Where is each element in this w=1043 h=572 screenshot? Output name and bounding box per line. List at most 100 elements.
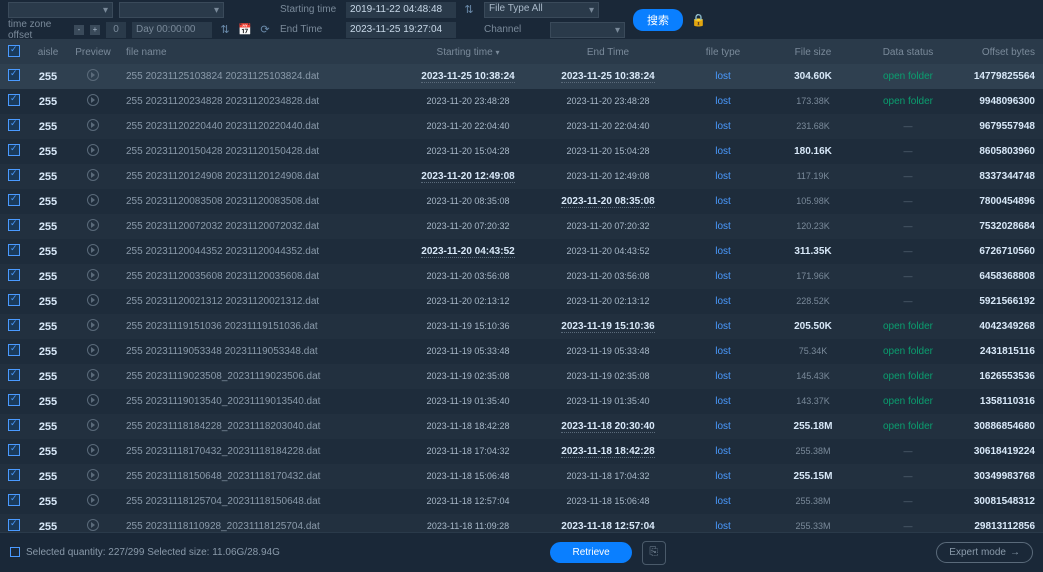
play-icon[interactable]: [87, 269, 99, 281]
table-row[interactable]: 255255 20231120234828 20231120234828.dat…: [0, 89, 1043, 114]
table-row[interactable]: 255255 20231120035608 20231120035608.dat…: [0, 264, 1043, 289]
play-icon[interactable]: [87, 344, 99, 356]
row-checkbox[interactable]: [8, 69, 20, 81]
row-checkbox[interactable]: [8, 94, 20, 106]
row-checkbox[interactable]: [8, 119, 20, 131]
play-icon[interactable]: [87, 419, 99, 431]
start-time-value: 2023-11-18 18:42:28: [427, 421, 510, 431]
table-row[interactable]: 255255 20231119053348 20231119053348.dat…: [0, 339, 1043, 364]
row-checkbox[interactable]: [8, 469, 20, 481]
open-folder-link[interactable]: open folder: [883, 71, 933, 82]
table-row[interactable]: 255255 20231125103824 20231125103824.dat…: [0, 64, 1043, 89]
channel-select-3[interactable]: ▾: [550, 22, 625, 38]
play-icon[interactable]: [87, 69, 99, 81]
play-icon[interactable]: [87, 244, 99, 256]
table-row[interactable]: 255255 20231118184228_20231118203040.dat…: [0, 414, 1043, 439]
play-icon[interactable]: [87, 369, 99, 381]
play-icon[interactable]: [87, 169, 99, 181]
header-start-time[interactable]: Starting time ▾: [398, 47, 538, 58]
row-checkbox[interactable]: [8, 269, 20, 281]
open-folder-link[interactable]: open folder: [883, 396, 933, 407]
channel-select-1[interactable]: ▾: [8, 2, 113, 18]
calendar-icon[interactable]: 📅: [238, 23, 252, 37]
file-size-value: 255.38M: [795, 446, 830, 456]
table-row[interactable]: 255255 20231120021312 20231120021312.dat…: [0, 289, 1043, 314]
table-row[interactable]: 255255 20231118150648_20231118170432.dat…: [0, 464, 1043, 489]
row-checkbox[interactable]: [8, 194, 20, 206]
open-folder-link[interactable]: open folder: [883, 421, 933, 432]
select-all-checkbox[interactable]: [8, 45, 20, 57]
play-icon[interactable]: [87, 219, 99, 231]
spin-minus[interactable]: -: [74, 25, 84, 35]
end-time-input[interactable]: [346, 22, 456, 38]
play-icon[interactable]: [87, 94, 99, 106]
spinner-icon[interactable]: ⇅: [218, 23, 232, 37]
table-row[interactable]: 255255 20231119013540_20231119013540.dat…: [0, 389, 1043, 414]
channel-select-2[interactable]: ▾: [119, 2, 224, 18]
play-icon[interactable]: [87, 319, 99, 331]
table-row[interactable]: 255255 20231118125704_20231118150648.dat…: [0, 489, 1043, 514]
row-checkbox[interactable]: [8, 169, 20, 181]
row-checkbox[interactable]: [8, 419, 20, 431]
play-icon[interactable]: [87, 294, 99, 306]
search-button[interactable]: 搜索: [633, 9, 683, 31]
row-checkbox[interactable]: [8, 369, 20, 381]
play-icon[interactable]: [87, 519, 99, 531]
retrieve-button[interactable]: Retrieve: [550, 542, 631, 563]
spin-plus[interactable]: +: [90, 25, 100, 35]
play-icon[interactable]: [87, 444, 99, 456]
row-checkbox[interactable]: [8, 344, 20, 356]
table-row[interactable]: 255255 20231118110928_20231118125704.dat…: [0, 514, 1043, 532]
table-row[interactable]: 255255 20231120083508 20231120083508.dat…: [0, 189, 1043, 214]
header-end-time[interactable]: End Time: [538, 47, 678, 58]
table-row[interactable]: 255255 20231120220440 20231120220440.dat…: [0, 114, 1043, 139]
row-checkbox[interactable]: [8, 244, 20, 256]
play-icon[interactable]: [87, 494, 99, 506]
header-offset[interactable]: Offset bytes: [958, 47, 1043, 58]
header-file-size[interactable]: File size: [768, 47, 858, 58]
spinner-icon[interactable]: ⇅: [462, 3, 476, 17]
header-file-type[interactable]: file type: [678, 47, 768, 58]
row-checkbox[interactable]: [8, 144, 20, 156]
open-folder-link[interactable]: open folder: [883, 346, 933, 357]
export-icon-button[interactable]: ⎘: [642, 541, 666, 565]
table-row[interactable]: 255255 20231120124908 20231120124908.dat…: [0, 164, 1043, 189]
header-aisle[interactable]: aisle: [28, 47, 68, 58]
row-checkbox[interactable]: [8, 444, 20, 456]
refresh-icon[interactable]: ⟳: [258, 23, 272, 37]
row-checkbox[interactable]: [8, 494, 20, 506]
open-folder-link[interactable]: open folder: [883, 371, 933, 382]
day-time-input[interactable]: [132, 22, 212, 38]
table-row[interactable]: 255255 20231120072032 20231120072032.dat…: [0, 214, 1043, 239]
table-row[interactable]: 255255 20231119023508_20231119023506.dat…: [0, 364, 1043, 389]
lock-icon[interactable]: 🔒: [691, 13, 706, 27]
day-offset-input[interactable]: [106, 22, 126, 38]
play-icon[interactable]: [87, 469, 99, 481]
table-row[interactable]: 255255 20231118170432_20231118184228.dat…: [0, 439, 1043, 464]
table-row[interactable]: 255255 20231120150428 20231120150428.dat…: [0, 139, 1043, 164]
table-row[interactable]: 255255 20231120044352 20231120044352.dat…: [0, 239, 1043, 264]
file-type-value: lost: [715, 221, 731, 232]
file-type-value: lost: [715, 396, 731, 407]
expert-mode-button[interactable]: Expert mode→: [936, 542, 1033, 563]
play-icon[interactable]: [87, 144, 99, 156]
row-checkbox[interactable]: [8, 394, 20, 406]
file-type-select[interactable]: File Type All▾: [484, 2, 599, 18]
open-folder-link[interactable]: open folder: [883, 321, 933, 332]
header-filename[interactable]: file name: [118, 47, 398, 58]
header-data-status[interactable]: Data status: [858, 47, 958, 58]
header-preview[interactable]: Preview: [68, 47, 118, 58]
row-checkbox[interactable]: [8, 294, 20, 306]
start-time-input[interactable]: [346, 2, 456, 18]
open-folder-link[interactable]: open folder: [883, 96, 933, 107]
play-icon[interactable]: [87, 394, 99, 406]
no-download: —: [904, 271, 913, 281]
row-checkbox[interactable]: [8, 519, 20, 531]
row-checkbox[interactable]: [8, 219, 20, 231]
play-icon[interactable]: [87, 119, 99, 131]
row-checkbox[interactable]: [8, 319, 20, 331]
table-row[interactable]: 255255 20231119151036 20231119151036.dat…: [0, 314, 1043, 339]
aisle-value: 255: [39, 346, 57, 358]
play-icon[interactable]: [87, 194, 99, 206]
file-size-value: 173.38K: [796, 96, 830, 106]
